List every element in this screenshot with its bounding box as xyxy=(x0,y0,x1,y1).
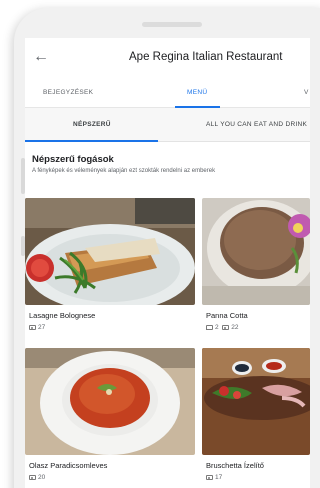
arrow-back-icon[interactable]: ← xyxy=(33,49,49,65)
dish-photo xyxy=(202,348,310,455)
dish-stats: 2 22 xyxy=(206,324,238,331)
tab-more[interactable]: V xyxy=(304,89,309,96)
section-subtitle: A fényképek és vélemények alapján ezt sz… xyxy=(32,168,216,174)
photo-count: 22 xyxy=(231,324,239,331)
dish-card[interactable]: Olasz Paradicsomleves 20 xyxy=(25,348,195,488)
photo-count: 17 xyxy=(215,474,223,481)
menu-subtabs: NÉPSZERŰ ALL YOU CAN EAT AND DRINK xyxy=(25,108,310,142)
dish-card[interactable]: Lasagne Bolognese 27 xyxy=(25,198,195,338)
dish-photo-count: 20 xyxy=(29,474,45,481)
dish-photo xyxy=(202,198,310,305)
dish-photo-count: 17 xyxy=(206,474,222,481)
photo-icon xyxy=(29,324,36,330)
dish-photo-count: 27 xyxy=(29,324,45,331)
photo-icon xyxy=(222,324,230,330)
app-screen: ← Ape Regina Italian Restaurant BEJEGYZÉ… xyxy=(25,38,310,488)
subtab-all-you-can-eat[interactable]: ALL YOU CAN EAT AND DRINK xyxy=(206,121,307,128)
phone-speaker xyxy=(142,22,202,27)
dish-name: Lasagne Bolognese xyxy=(29,311,96,320)
dish-name: Panna Cotta xyxy=(206,311,248,320)
tab-posts[interactable]: BEJEGYZÉSEK xyxy=(43,89,93,96)
photo-icon xyxy=(206,474,213,480)
subtab-popular[interactable]: NÉPSZERŰ xyxy=(73,121,111,128)
subtab-indicator xyxy=(25,140,158,142)
section-title: Népszerű fogások xyxy=(32,154,114,165)
dish-photo xyxy=(25,348,195,455)
dish-card[interactable]: Panna Cotta 2 22 xyxy=(202,198,310,338)
photo-count: 27 xyxy=(38,324,46,331)
tab-menu[interactable]: MENÜ xyxy=(187,89,207,96)
photo-icon xyxy=(29,474,36,480)
review-count: 2 xyxy=(215,324,219,331)
place-title: Ape Regina Italian Restaurant xyxy=(129,51,283,63)
dish-name: Bruschetta Ízelítő xyxy=(206,461,264,470)
dish-photo xyxy=(25,198,195,305)
app-bar: ← Ape Regina Italian Restaurant xyxy=(25,38,310,80)
top-tabs: BEJEGYZÉSEK MENÜ V xyxy=(25,80,310,108)
popular-dishes-section: Népszerű fogások A fényképek és vélemény… xyxy=(25,142,310,174)
photo-count: 20 xyxy=(38,474,46,481)
dish-card[interactable]: Bruschetta Ízelítő 17 xyxy=(202,348,310,488)
review-icon xyxy=(206,324,213,330)
dish-name: Olasz Paradicsomleves xyxy=(29,461,108,470)
